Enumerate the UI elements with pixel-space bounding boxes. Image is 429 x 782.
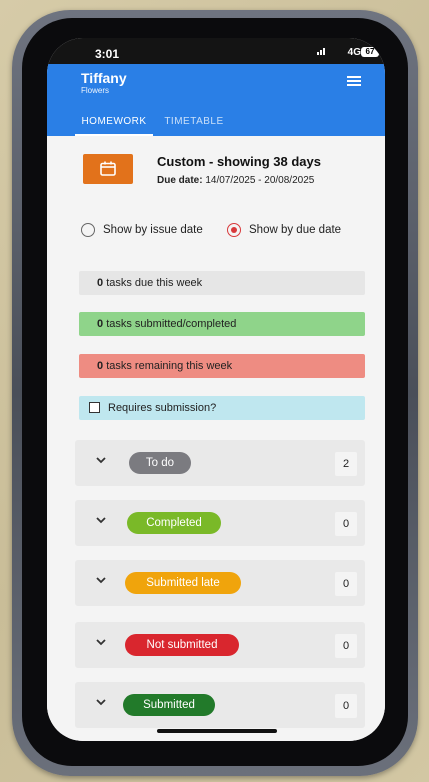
stat-remaining-text: tasks remaining this week (106, 360, 233, 372)
group-submitted-late[interactable]: Submitted late 0 (75, 560, 365, 606)
requires-submission-filter[interactable]: Requires submission? (79, 396, 365, 420)
tab-timetable[interactable]: TIMETABLE (159, 110, 229, 136)
stat-due-count: 0 (97, 277, 104, 289)
tab-bar: HOMEWORK TIMETABLE (47, 110, 385, 136)
status-pill-completed: Completed (127, 512, 221, 534)
due-date-value: 14/07/2025 - 20/08/2025 (205, 175, 315, 186)
calendar-icon (100, 161, 116, 176)
status-pill-to-do: To do (129, 452, 191, 474)
group-completed[interactable]: Completed 0 (75, 500, 365, 546)
group-to-do[interactable]: To do 2 (75, 440, 365, 486)
stat-submitted-text: tasks submitted/completed (106, 318, 237, 330)
stat-due-text: tasks due this week (106, 277, 203, 289)
app-title: Tiffany (81, 70, 127, 86)
stat-due-this-week: 0 tasks due this week (79, 271, 365, 295)
battery-icon: 67 (361, 47, 379, 57)
chevron-down-icon (96, 517, 106, 524)
status-bar: 3:01 4G 67 (47, 38, 385, 64)
tab-homework[interactable]: HOMEWORK (75, 110, 153, 136)
group-count: 0 (335, 694, 357, 718)
home-indicator[interactable] (157, 729, 277, 733)
radio-show-by-issue-date[interactable]: Show by issue date (81, 222, 203, 238)
radio-icon-unchecked (81, 223, 95, 237)
radio-icon-checked (227, 223, 241, 237)
phone-screen: 3:01 4G 67 Tiffany Flowers HOMEWORK TIME… (47, 38, 385, 741)
status-pill-submitted: Submitted (123, 694, 215, 716)
status-pill-submitted-late: Submitted late (125, 572, 241, 594)
checkbox-icon (89, 402, 100, 413)
stat-submitted-completed: 0 tasks submitted/completed (79, 312, 365, 336)
signal-icon (317, 48, 325, 55)
chevron-down-icon (96, 577, 106, 584)
stat-remaining-this-week: 0 tasks remaining this week (79, 354, 365, 378)
homework-content: Custom - showing 38 days Due date: 14/07… (47, 136, 385, 741)
radio-show-by-due-date[interactable]: Show by due date (227, 222, 341, 238)
group-not-submitted[interactable]: Not submitted 0 (75, 622, 365, 668)
network-label: 4G (347, 47, 361, 58)
chevron-down-icon (96, 699, 106, 706)
app-subtitle: Flowers (81, 86, 110, 95)
group-count: 0 (335, 572, 357, 596)
status-time: 3:01 (95, 47, 120, 61)
group-count: 0 (335, 634, 357, 658)
radio-label-due-date: Show by due date (249, 224, 342, 236)
stat-submitted-count: 0 (97, 318, 104, 330)
requires-submission-label: Requires submission? (108, 402, 217, 414)
group-count: 2 (335, 452, 357, 476)
due-date-label: Due date: (157, 175, 203, 186)
range-title: Custom - showing 38 days (157, 154, 321, 169)
chevron-down-icon (96, 639, 106, 646)
hamburger-menu-icon[interactable] (347, 76, 361, 86)
group-count: 0 (335, 512, 357, 536)
app-bar: Tiffany Flowers HOMEWORK TIMETABLE (47, 64, 385, 136)
group-submitted[interactable]: Submitted 0 (75, 682, 365, 728)
status-pill-not-submitted: Not submitted (125, 634, 239, 656)
due-date-line: Due date: 14/07/2025 - 20/08/2025 (157, 175, 314, 186)
radio-label-issue-date: Show by issue date (103, 224, 203, 236)
stat-remaining-count: 0 (97, 360, 104, 372)
chevron-down-icon (96, 457, 106, 464)
calendar-button[interactable] (83, 154, 133, 184)
